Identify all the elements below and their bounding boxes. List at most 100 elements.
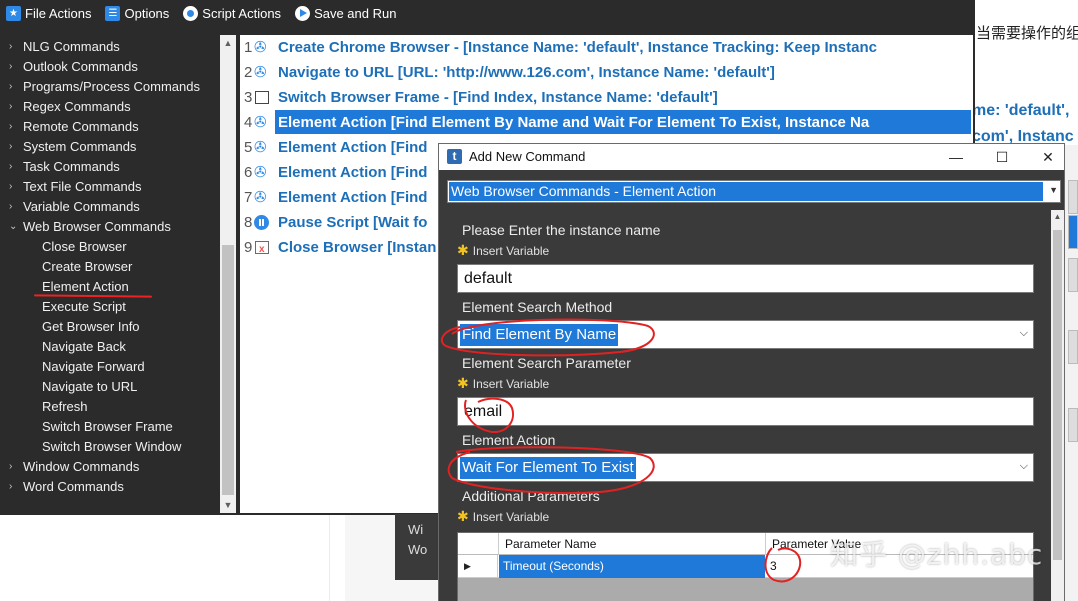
tree-item[interactable]: Close Browser [42, 237, 127, 257]
star-icon: ✱ [457, 508, 469, 524]
web-browser-icon: ✇ [254, 189, 267, 206]
chevron-down-icon[interactable]: ⌄ [9, 217, 19, 237]
close-button[interactable]: ✕ [1025, 144, 1071, 170]
star-icon: ✱ [457, 242, 469, 258]
file-actions-menu[interactable]: ★ File Actions [0, 0, 99, 27]
chevron-right-icon[interactable]: › [9, 37, 19, 57]
tree-item[interactable]: Regex Commands [23, 97, 131, 117]
app-logo-icon: t [447, 149, 462, 164]
tree-item[interactable]: Text File Commands [23, 177, 141, 197]
scroll-thumb[interactable] [1053, 230, 1062, 560]
script-command-row[interactable]: 3 Switch Browser Frame - [Find Index, Ins… [240, 85, 973, 110]
insert-variable-link[interactable]: ✱ Insert Variable [457, 508, 549, 525]
tree-scrollbar[interactable]: ▲ ▼ [220, 35, 236, 513]
web-browser-icon: ✇ [254, 164, 267, 181]
tree-item[interactable]: Variable Commands [23, 197, 140, 217]
scroll-up-arrow-icon[interactable]: ▲ [1051, 212, 1064, 221]
play-icon [295, 6, 311, 21]
tree-item[interactable]: System Commands [23, 137, 136, 157]
scroll-up-arrow-icon[interactable]: ▲ [220, 35, 236, 51]
record-icon [183, 6, 199, 21]
command-text: Pause Script [Wait fo [278, 214, 428, 231]
background-menu-item: Wo [408, 542, 428, 557]
tree-item[interactable]: Refresh [42, 397, 88, 417]
tree-item[interactable]: Switch Browser Frame [42, 417, 173, 437]
article-area [0, 514, 330, 601]
list-icon: ☰ [105, 6, 121, 21]
chevron-right-icon[interactable]: › [9, 137, 19, 157]
command-text: Navigate to URL [URL: 'http://www.126.co… [278, 64, 775, 81]
background-button [1068, 330, 1078, 364]
instance-name-input[interactable]: default [457, 264, 1034, 293]
command-select[interactable]: Web Browser Commands - Element Action ▼ [447, 180, 1061, 203]
parameter-name-cell[interactable]: Timeout (Seconds) [499, 555, 765, 578]
dialog-scrollbar[interactable]: ▲ [1051, 210, 1064, 601]
search-parameter-input[interactable]: email [457, 397, 1034, 426]
search-method-label: Element Search Method [462, 299, 613, 315]
tree-item[interactable]: Switch Browser Window [42, 437, 181, 457]
web-browser-icon: ✇ [254, 114, 267, 131]
chevron-right-icon[interactable]: › [9, 97, 19, 117]
options-menu[interactable]: ☰ Options [99, 0, 177, 27]
dialog-title: Add New Command [469, 149, 586, 164]
search-method-select[interactable]: Find Element By Name ⌵ [457, 320, 1034, 349]
save-and-run-menu[interactable]: Save and Run [289, 0, 404, 27]
chevron-right-icon[interactable]: › [9, 77, 19, 97]
chevron-right-icon[interactable]: › [9, 117, 19, 137]
maximize-button[interactable]: ☐ [979, 144, 1025, 170]
menu-label: Script Actions [202, 6, 282, 21]
tree-item[interactable]: Outlook Commands [23, 57, 138, 77]
tree-item[interactable]: Navigate Forward [42, 357, 145, 377]
element-action-label: Element Action [462, 432, 556, 448]
chevron-right-icon[interactable]: › [9, 197, 19, 217]
tree-item[interactable]: Remote Commands [23, 117, 139, 137]
star-icon: ★ [6, 6, 21, 21]
tree-item[interactable]: Programs/Process Commands [23, 77, 200, 97]
command-text: Element Action [Find [278, 164, 428, 181]
chevron-right-icon[interactable]: › [9, 177, 19, 197]
background-menu: Wi Wo [395, 514, 442, 580]
row-pointer-icon: ▶ [458, 555, 498, 578]
chevron-right-icon[interactable]: › [9, 57, 19, 77]
tree-item[interactable]: Execute Script [42, 297, 126, 317]
star-icon: ✱ [457, 375, 469, 391]
frame-icon [255, 91, 269, 104]
script-actions-menu[interactable]: Script Actions [177, 0, 289, 27]
tree-item[interactable]: NLG Commands [23, 37, 120, 57]
background-button [1068, 215, 1078, 249]
insert-variable-link[interactable]: ✱ Insert Variable [457, 375, 549, 392]
tree-item[interactable]: Word Commands [23, 477, 124, 497]
menu-label: File Actions [25, 6, 92, 21]
insert-variable-link[interactable]: ✱ Insert Variable [457, 242, 549, 259]
tree-item[interactable]: Window Commands [23, 457, 139, 477]
watermark: 知乎 @zhh.abc [830, 538, 1044, 571]
tree-item[interactable]: Create Browser [42, 257, 132, 277]
command-select-value: Web Browser Commands - Element Action [449, 182, 1043, 201]
column-header-parameter-name[interactable]: Parameter Name [499, 533, 766, 555]
scroll-thumb[interactable] [222, 245, 234, 495]
insert-variable-label: Insert Variable [472, 377, 550, 391]
tree-item[interactable]: Task Commands [23, 157, 120, 177]
tree-item[interactable]: Navigate Back [42, 337, 126, 357]
tree-item[interactable]: Navigate to URL [42, 377, 137, 397]
dialog-title-bar[interactable]: t Add New Command — ☐ ✕ [439, 144, 1064, 170]
insert-variable-label: Insert Variable [472, 510, 550, 524]
close-browser-icon [255, 237, 269, 262]
additional-parameters-label: Additional Parameters [462, 488, 600, 504]
command-text: Create Chrome Browser - [Instance Name: … [278, 39, 877, 56]
tree-item[interactable]: Web Browser Commands [23, 217, 171, 237]
chevron-right-icon[interactable]: › [9, 477, 19, 497]
chevron-down-icon: ▼ [1049, 185, 1058, 195]
minimize-button[interactable]: — [933, 144, 979, 170]
tree-item[interactable]: Get Browser Info [42, 317, 140, 337]
insert-variable-label: Insert Variable [472, 244, 550, 258]
command-text: Element Action [Find Element By Name and… [278, 114, 870, 131]
script-command-row[interactable]: 1 ✇ Create Chrome Browser - [Instance Name… [240, 35, 973, 60]
element-action-select[interactable]: Wait For Element To Exist ⌵ [457, 453, 1034, 482]
script-command-row[interactable]: 2 ✇ Navigate to URL [URL: 'http://www.126.… [240, 60, 973, 85]
script-command-row[interactable]: 4 ✇ Element Action [Find Element By Name a… [240, 110, 973, 135]
chevron-right-icon[interactable]: › [9, 157, 19, 177]
chevron-right-icon[interactable]: › [9, 457, 19, 477]
search-parameter-label: Element Search Parameter [462, 355, 631, 371]
scroll-down-arrow-icon[interactable]: ▼ [220, 497, 236, 513]
